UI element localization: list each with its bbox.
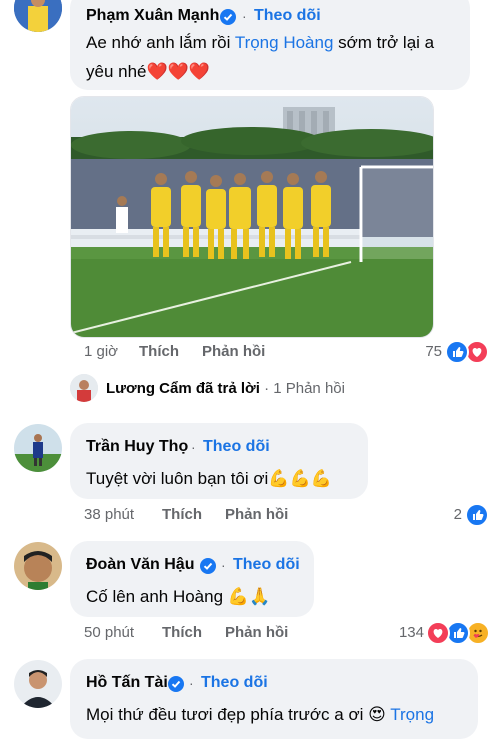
football-team-photo (71, 97, 433, 337)
follow-button[interactable]: Theo dõi (233, 556, 300, 574)
verified-badge-icon (220, 9, 236, 25)
separator-dot: · (189, 675, 194, 691)
like-button[interactable]: Thích (162, 624, 202, 641)
player-photo-icon (70, 374, 98, 402)
mention-link[interactable]: Trọng (390, 705, 434, 724)
reply-action: đã trả lời (195, 380, 260, 397)
avatar-pham-xuan-manh[interactable] (14, 0, 62, 32)
comment-text: Cố lên anh Hoàng 💪🙏 (86, 587, 271, 606)
verified-badge-icon (200, 558, 216, 574)
comment-bubble-4 (70, 659, 478, 739)
like-reaction-icon (465, 503, 489, 527)
avatar-ho-tan-tai[interactable] (14, 660, 62, 708)
separator-dot: · (264, 380, 270, 397)
comment-photo[interactable] (70, 96, 434, 338)
comment-time[interactable]: 38 phút (84, 506, 134, 523)
separator-dot: · (221, 557, 226, 573)
comment-text-line2: yêu nhé❤️❤️❤️ (86, 62, 211, 81)
like-button[interactable]: Thích (162, 506, 202, 523)
muscle-emojis: 💪💪💪 (268, 469, 332, 488)
reaction-count[interactable]: 2 (440, 506, 462, 523)
muscle-pray-emojis: 💪🙏 (227, 587, 271, 606)
heart-emojis: ❤️❤️❤️ (146, 62, 211, 81)
comment-text: Mọi thứ đều tươi đẹp phía trước a ơi 😍 T… (86, 705, 435, 724)
comment-author[interactable]: Đoàn Văn Hậu (86, 556, 194, 574)
reaction-count[interactable]: 134 (390, 624, 424, 641)
avatar-doan-van-hau[interactable] (14, 542, 62, 590)
avatar-tran-huy-tho[interactable] (14, 424, 62, 472)
comment-author[interactable]: Hồ Tấn Tài (86, 674, 168, 692)
separator-dot: · (191, 439, 196, 455)
comment-author[interactable]: Phạm Xuân Mạnh (86, 7, 219, 25)
player-photo-icon (14, 542, 62, 590)
heart-eyes-emoji: 😍 (368, 705, 386, 724)
player-photo-icon (14, 424, 62, 472)
reply-count[interactable]: 1 Phản hồi (273, 380, 345, 397)
reply-button[interactable]: Phản hồi (202, 343, 265, 360)
comment-time[interactable]: 50 phút (84, 624, 134, 641)
like-reaction-icon (445, 340, 469, 364)
player-photo-icon (14, 0, 62, 32)
avatar-luong-cam[interactable] (70, 374, 98, 402)
reaction-count[interactable]: 75 (410, 343, 442, 360)
love-reaction-icon (426, 621, 450, 645)
comment-time[interactable]: 1 giờ (84, 343, 118, 360)
comment-author[interactable]: Trần Huy Thọ (86, 438, 188, 456)
follow-button[interactable]: Theo dõi (254, 7, 321, 25)
reply-button[interactable]: Phản hồi (225, 506, 288, 523)
like-button[interactable]: Thích (139, 343, 179, 360)
comment-text-line1: Ae nhớ anh lắm rồi Trọng Hoàng sớm trở l… (86, 33, 435, 52)
reply-summary[interactable]: Lương Cẩm đã trả lời · 1 Phản hồi (106, 380, 345, 397)
verified-badge-icon (168, 676, 184, 692)
player-photo-icon (14, 660, 62, 708)
follow-button[interactable]: Theo dõi (201, 674, 268, 692)
replier-name[interactable]: Lương Cẩm (106, 380, 192, 397)
mention-link[interactable]: Trọng Hoàng (235, 33, 334, 52)
reply-button[interactable]: Phản hồi (225, 624, 288, 641)
separator-dot: · (242, 8, 247, 24)
comment-text: Tuyệt vời luôn bạn tôi ơi💪💪💪 (86, 469, 332, 488)
follow-button[interactable]: Theo dõi (203, 438, 270, 456)
